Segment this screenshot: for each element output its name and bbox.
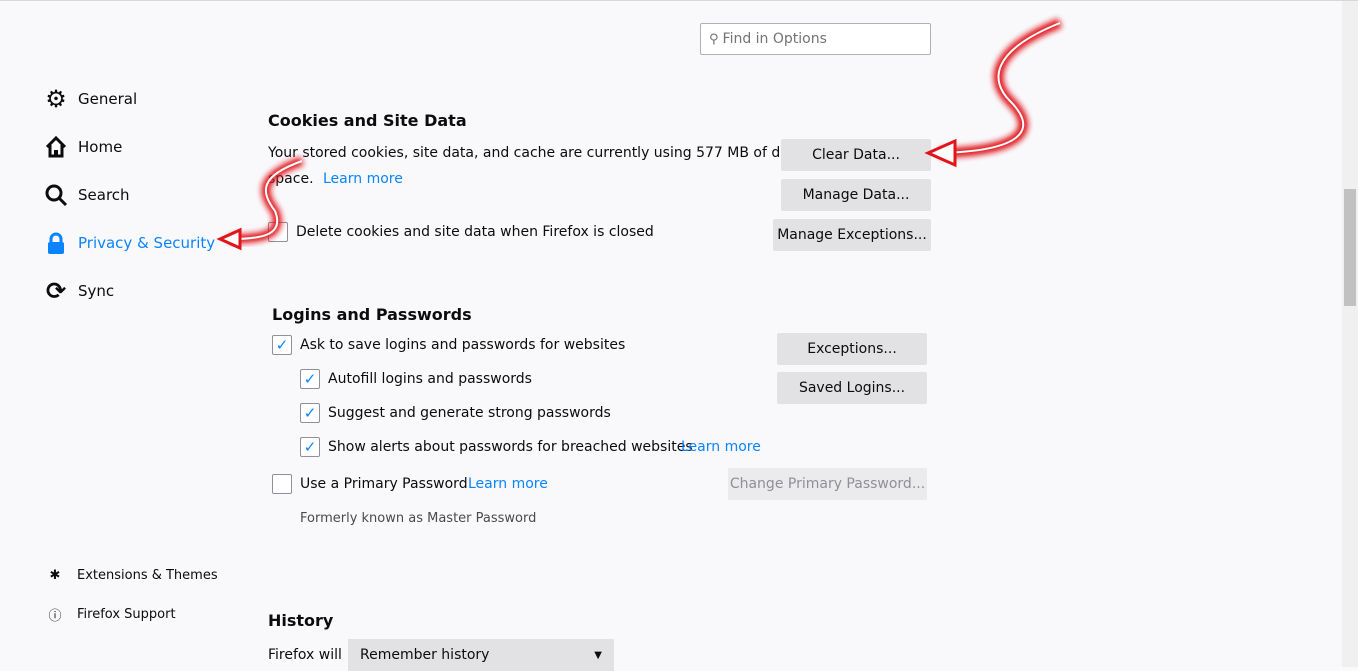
arrow-to-clear-data (924, 18, 1062, 168)
arrow-to-privacy-security (216, 156, 304, 251)
annotation-arrows (216, 18, 1062, 251)
